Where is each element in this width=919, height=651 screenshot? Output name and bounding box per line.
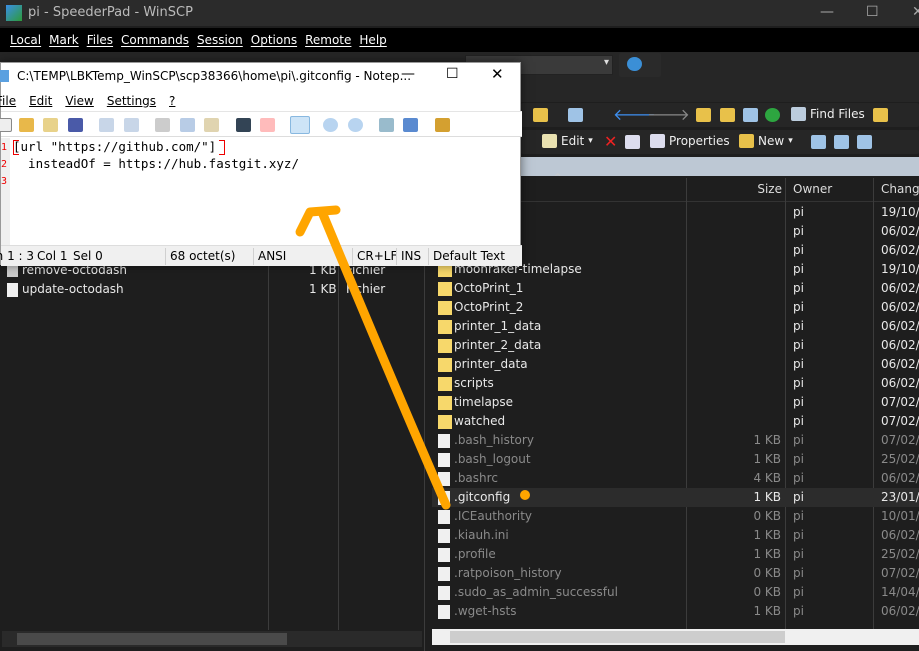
arrow-shaft: [317, 207, 451, 510]
annotation-arrow: [295, 205, 530, 510]
annotation-dot: [520, 490, 530, 500]
